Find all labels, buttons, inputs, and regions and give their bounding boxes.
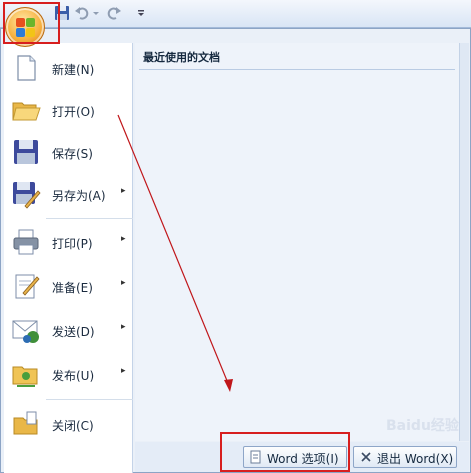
dropdown-icon[interactable]: [92, 5, 100, 21]
save-as-icon: [13, 182, 41, 209]
submenu-arrow-icon: ▸: [121, 366, 126, 376]
menu-item-label: 保存(S): [52, 147, 93, 161]
menu-item-save[interactable]: 保存(S): [4, 131, 133, 173]
new-document-icon: [17, 55, 36, 81]
menu-item-close[interactable]: 关闭(C): [4, 403, 133, 445]
submenu-arrow-icon: ▸: [121, 234, 126, 244]
menu-separator: [46, 218, 133, 219]
submenu-arrow-icon: ▸: [121, 278, 126, 288]
menu-separator: [46, 399, 133, 400]
menu-item-open[interactable]: 打开(O): [4, 89, 133, 131]
close-folder-icon: [13, 411, 38, 435]
save-disk-icon: [14, 140, 38, 164]
redo-icon[interactable]: [106, 5, 122, 21]
save-icon[interactable]: [54, 5, 70, 21]
recent-documents-divider: [139, 69, 455, 70]
menu-item-save-as[interactable]: 另存为(A) ▸: [4, 173, 133, 215]
prepare-icon: [15, 274, 40, 299]
menu-item-new[interactable]: 新建(N): [4, 47, 133, 89]
printer-icon: [13, 229, 39, 255]
office-button[interactable]: [5, 7, 45, 47]
menu-item-label: 新建(N): [52, 63, 95, 77]
submenu-arrow-icon: ▸: [121, 186, 126, 196]
menu-item-label: 另存为(A): [52, 189, 106, 203]
menu-item-label: 发送(D): [52, 325, 95, 339]
recent-panel-edge: [459, 43, 469, 441]
customize-icon[interactable]: [136, 5, 146, 21]
send-icon: [12, 320, 39, 343]
recent-documents-panel: 最近使用的文档: [135, 43, 459, 441]
menu-item-label: 准备(E): [52, 281, 93, 295]
menu-commands: 新建(N) 打开(O) 保存(S) 另存为(A) ▸ 打印(P) ▸ 准备(E)…: [4, 43, 133, 473]
menu-item-label: 关闭(C): [52, 419, 94, 433]
undo-icon[interactable]: [74, 5, 90, 21]
menu-footer: Word 选项(I) 退出 Word(X): [135, 442, 469, 472]
office-logo-icon: [16, 18, 36, 38]
submenu-arrow-icon: ▸: [121, 322, 126, 332]
menu-item-label: 发布(U): [52, 369, 95, 383]
menu-item-label: 打印(P): [52, 237, 93, 251]
menu-item-prepare[interactable]: 准备(E) ▸: [4, 265, 133, 307]
office-menu: 新建(N) 打开(O) 保存(S) 另存为(A) ▸ 打印(P) ▸ 准备(E)…: [0, 28, 471, 473]
menu-item-send[interactable]: 发送(D) ▸: [4, 309, 133, 351]
exit-word-label: 退出 Word(X): [377, 452, 454, 466]
menu-item-publish[interactable]: 发布(U) ▸: [4, 353, 133, 395]
menu-item-label: 打开(O): [52, 105, 95, 119]
menu-item-print[interactable]: 打印(P) ▸: [4, 221, 133, 263]
recent-documents-title: 最近使用的文档: [143, 51, 220, 64]
publish-icon: [12, 366, 38, 387]
word-options-button[interactable]: Word 选项(I): [243, 446, 347, 468]
options-document-icon: [250, 450, 261, 464]
word-options-label: Word 选项(I): [267, 452, 339, 466]
quick-access-toolbar: [0, 0, 471, 28]
exit-word-button[interactable]: 退出 Word(X): [353, 446, 457, 468]
open-folder-icon: [12, 102, 41, 121]
close-icon: [361, 452, 371, 462]
